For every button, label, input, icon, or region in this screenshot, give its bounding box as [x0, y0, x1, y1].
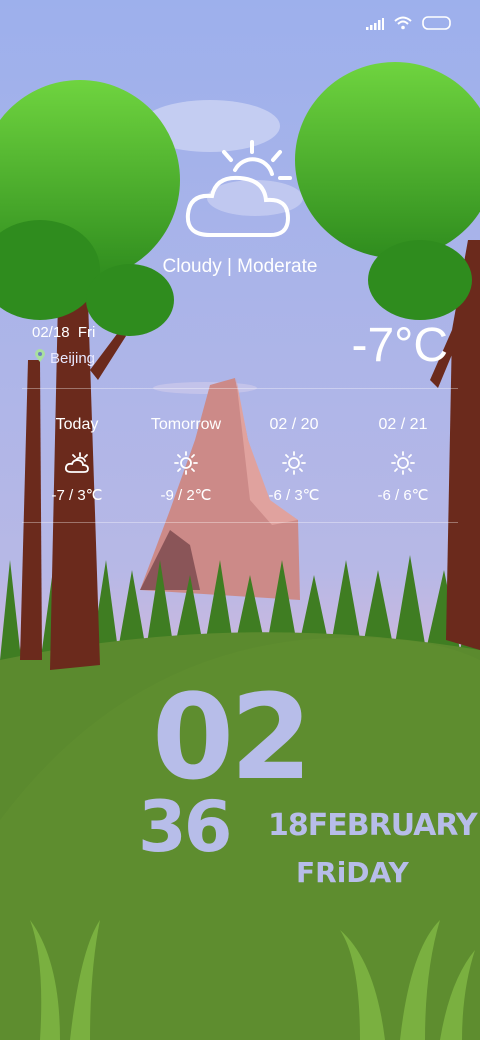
current-date: 02/18 Fri — [32, 324, 96, 341]
clock-date: 18FEBRUARY — [268, 808, 478, 843]
cloudy-sun-icon — [22, 446, 132, 480]
forecast-range: -9 / 2℃ — [160, 487, 212, 504]
forecast-range: -7 / 3℃ — [51, 487, 103, 504]
weather-condition: Cloudy | Moderate — [162, 256, 318, 277]
forecast-day-4[interactable]: 02 / 21 -6 / 6℃ — [348, 416, 458, 504]
forecast-day: Tomorrow — [150, 416, 222, 433]
forecast-range: -6 / 3℃ — [268, 487, 320, 504]
sun-icon — [131, 446, 241, 480]
current-temperature: -7°C — [351, 319, 448, 372]
forecast-today[interactable]: Today -7 / 3℃ — [22, 416, 132, 504]
forecast-day: Today — [55, 416, 99, 433]
sun-icon — [239, 446, 349, 480]
battery-icon — [422, 16, 452, 35]
divider — [22, 522, 458, 523]
forecast-tomorrow[interactable]: Tomorrow -9 / 2℃ — [131, 416, 241, 504]
forecast-day-3[interactable]: 02 / 20 -6 / 3℃ — [239, 416, 349, 504]
sun-icon — [348, 446, 458, 480]
location[interactable]: Beijing — [34, 349, 95, 367]
wifi-icon — [394, 16, 412, 35]
status-bar — [366, 16, 452, 35]
location-pin-icon — [34, 349, 46, 367]
cloudy-sun-icon — [180, 140, 300, 245]
clock-weekday: FRiDAY — [296, 856, 409, 889]
signal-icon — [366, 17, 384, 35]
forecast-range: -6 / 6℃ — [377, 487, 429, 504]
forecast-day: 02 / 20 — [269, 416, 319, 433]
divider — [22, 388, 458, 389]
forecast-day: 02 / 21 — [378, 416, 428, 433]
location-label: Beijing — [50, 349, 96, 367]
clock-minute: 36 — [138, 786, 232, 868]
